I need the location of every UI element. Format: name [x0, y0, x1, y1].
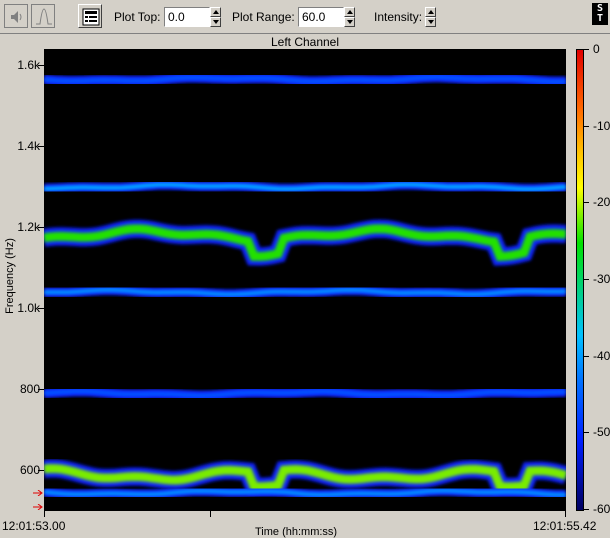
x-tick-mark-start	[44, 511, 45, 517]
spectrogram-plot[interactable]	[42, 49, 569, 511]
y-tick-label: 1.4k	[17, 139, 40, 154]
plot-range-down-arrow-icon[interactable]	[344, 17, 355, 27]
colorbar-tick-mark	[584, 125, 589, 127]
colorbar-tick-label: -60	[593, 502, 610, 516]
chart-title: Left Channel	[270, 35, 340, 49]
y-axis-title: Frequency (Hz)	[4, 238, 16, 314]
colorbar-tick-label: 0	[593, 42, 600, 56]
x-tick-start: 12:01:53.00	[2, 519, 66, 533]
colorbar-tick-mark	[584, 49, 589, 50]
app-logo: S T	[592, 3, 608, 25]
frequency-marker-icon	[33, 489, 43, 496]
x-axis-title: Time (hh:mm:ss)	[255, 526, 338, 538]
colorbar-tick-mark	[584, 509, 589, 510]
y-tick-label: 600	[19, 463, 40, 478]
plot-range-input[interactable]: 60.0	[298, 7, 344, 27]
plot-top-down-arrow-icon[interactable]	[210, 17, 221, 27]
colorbar	[576, 49, 584, 511]
colorbar-tick-mark	[584, 355, 589, 357]
plot-range-label: Plot Range:	[232, 10, 295, 24]
y-tick-label: 1.0k	[17, 301, 40, 316]
plot-top-spinner[interactable]	[210, 7, 221, 27]
waveform-icon	[36, 8, 52, 25]
colorbar-tick-label: -20	[593, 195, 610, 210]
plot-top-label: Plot Top:	[114, 10, 161, 24]
colorbar-tick-label: -30	[593, 272, 610, 286]
colorbar-tick-label: -40	[593, 348, 610, 363]
waveform-button[interactable]	[31, 4, 55, 28]
plot-range-up-arrow-icon[interactable]	[344, 7, 355, 17]
plot-top-input[interactable]: 0.0	[164, 7, 210, 27]
toolbar: Plot Top: 0.0 Plot Range: 60.0 Intensity…	[0, 0, 610, 34]
intensity-down-arrow-icon[interactable]	[425, 17, 436, 27]
y-tick-label: 1.2k	[17, 220, 40, 235]
x-tick-mark-mid	[210, 511, 211, 517]
y-tick-mark	[38, 227, 44, 229]
settings-panel-button[interactable]	[78, 4, 102, 28]
y-tick-mark	[38, 389, 44, 391]
speaker-icon	[11, 11, 22, 23]
x-tick-mark-end	[565, 511, 566, 517]
y-tick-mark	[38, 470, 44, 472]
plot-top-up-arrow-icon[interactable]	[210, 7, 221, 17]
y-tick-label: 800	[19, 382, 40, 397]
spectrogram-svg	[42, 72, 569, 500]
intensity-spinner[interactable]	[425, 7, 436, 27]
x-tick-end: 12:01:55.42	[533, 519, 597, 533]
frequency-marker-icon	[33, 503, 43, 510]
y-tick-mark	[38, 146, 44, 148]
colorbar-tick-label: -10	[593, 118, 610, 133]
colorbar-tick-label: -50	[593, 425, 610, 440]
panel-icon	[82, 8, 100, 26]
colorbar-tick-mark	[584, 279, 589, 280]
colorbar-tick-mark	[584, 202, 589, 204]
intensity-label: Intensity:	[374, 10, 423, 24]
y-tick-mark	[38, 308, 44, 310]
toolbar-separator	[0, 33, 610, 34]
colorbar-tick-mark	[584, 432, 589, 434]
y-tick-mark	[38, 65, 44, 67]
intensity-up-arrow-icon[interactable]	[425, 7, 436, 17]
y-tick-label: 1.6k	[17, 58, 40, 73]
speaker-button[interactable]	[4, 4, 28, 28]
plot-range-spinner[interactable]	[344, 7, 355, 27]
